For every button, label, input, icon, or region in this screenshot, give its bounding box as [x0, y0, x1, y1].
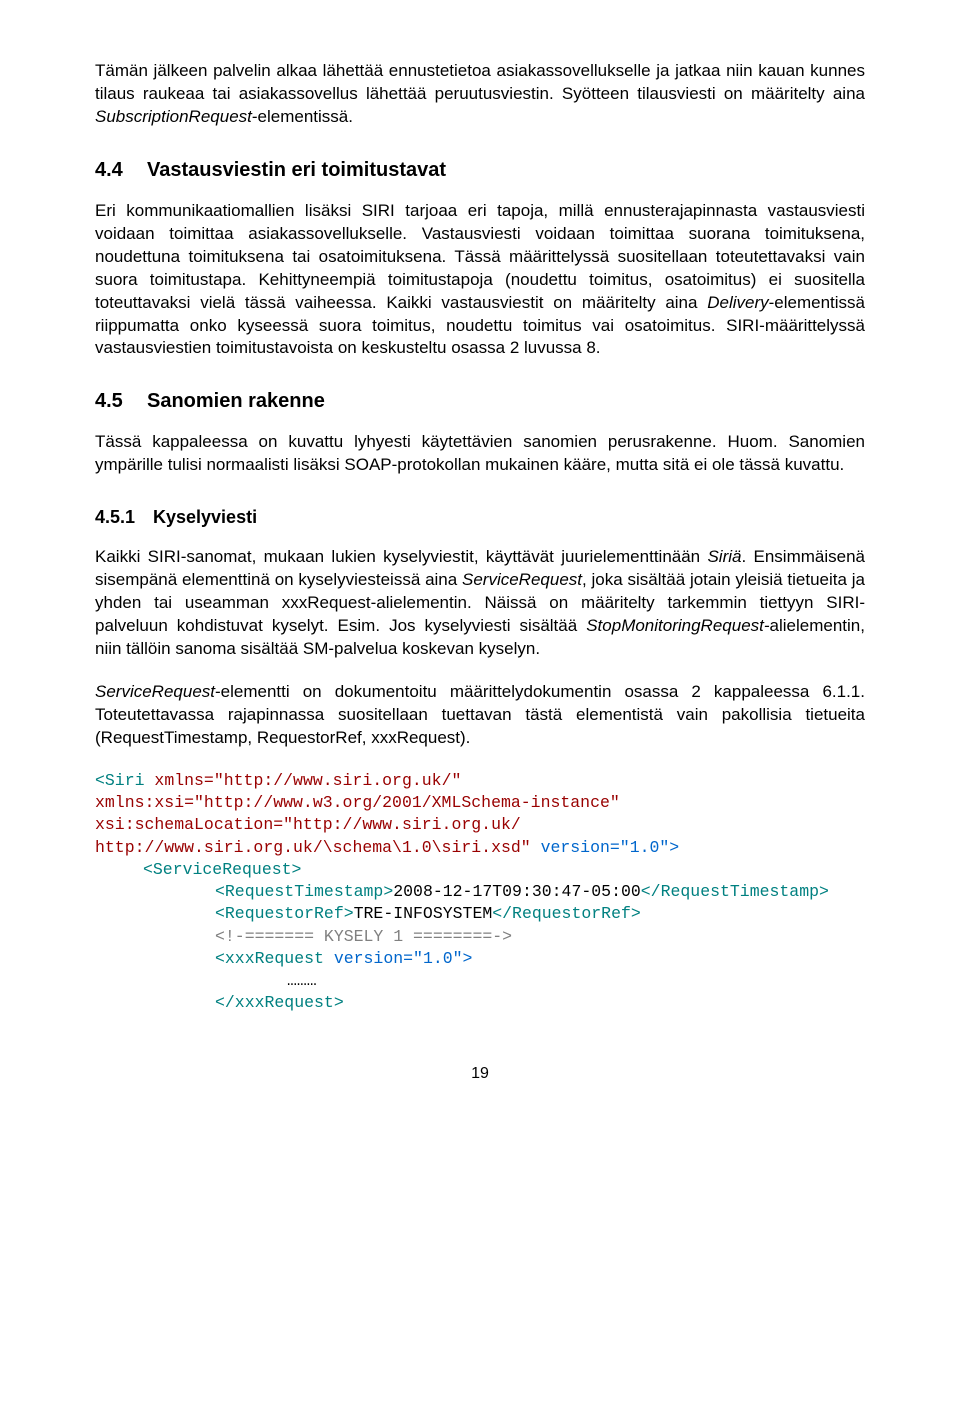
code-tag: <Siri [95, 771, 154, 790]
code-comment: <!-======= KYSELY 1 ========-> [215, 927, 512, 946]
code-text: ……… [287, 971, 317, 990]
code-tag: <RequestorRef> [215, 904, 354, 923]
text: -elementissä. [252, 107, 353, 126]
code-attr: version="1.0"> [541, 838, 680, 857]
italic-term: ServiceRequest [95, 682, 215, 701]
heading-number: 4.4 [95, 159, 147, 182]
heading-4-5-1: 4.5.1Kyselyviesti [95, 507, 865, 528]
code-tag: <RequestTimestamp> [215, 882, 393, 901]
code-attr: xmlns:xsi="http://www.w3.org/2001/XMLSch… [95, 793, 620, 812]
code-attr: xmlns="http://www.siri.org.uk/" [154, 771, 461, 790]
heading-4-5: 4.5Sanomien rakenne [95, 390, 865, 413]
text: Kaikki SIRI-sanomat, mukaan lukien kysel… [95, 547, 707, 566]
paragraph-4-5-1-a: Kaikki SIRI-sanomat, mukaan lukien kysel… [95, 546, 865, 661]
code-block: <Siri xmlns="http://www.siri.org.uk/" xm… [95, 770, 865, 1015]
code-tag: </RequestTimestamp> [641, 882, 829, 901]
italic-term: SubscriptionRequest [95, 107, 252, 126]
code-text: TRE-INFOSYSTEM [354, 904, 493, 923]
italic-term: StopMonitoringRequest- [586, 616, 769, 635]
heading-4-4: 4.4Vastausviestin eri toimitustavat [95, 159, 865, 182]
italic-term: Siriä [707, 547, 741, 566]
text: Tässä kappaleessa on kuvattu lyhyesti kä… [95, 432, 865, 474]
paragraph-4-5-1-b: ServiceRequest-elementti on dokumentoitu… [95, 681, 865, 750]
code-attr: version="1.0"> [334, 949, 473, 968]
heading-number: 4.5 [95, 390, 147, 413]
text: Tämän jälkeen palvelin alkaa lähettää en… [95, 61, 865, 103]
code-text: 2008-12-17T09:30:47-05:00 [393, 882, 641, 901]
italic-term: Delivery [707, 293, 768, 312]
heading-title: Vastausviestin eri toimitustavat [147, 159, 446, 181]
code-tag: </xxxRequest> [215, 993, 344, 1012]
heading-number: 4.5.1 [95, 507, 153, 528]
heading-title: Kyselyviesti [153, 507, 257, 527]
code-tag: <ServiceRequest> [143, 860, 301, 879]
code-attr: http://www.siri.org.uk/\schema\1.0\siri.… [95, 838, 541, 857]
paragraph-4-5: Tässä kappaleessa on kuvattu lyhyesti kä… [95, 431, 865, 477]
italic-term: ServiceRequest [462, 570, 582, 589]
paragraph-intro: Tämän jälkeen palvelin alkaa lähettää en… [95, 60, 865, 129]
paragraph-4-4: Eri kommunikaatiomallien lisäksi SIRI ta… [95, 200, 865, 361]
page-number: 19 [95, 1065, 865, 1083]
heading-title: Sanomien rakenne [147, 390, 325, 412]
code-attr: xsi:schemaLocation="http://www.siri.org.… [95, 815, 521, 834]
code-tag: <xxxRequest [215, 949, 334, 968]
code-tag: </RequestorRef> [492, 904, 641, 923]
page: Tämän jälkeen palvelin alkaa lähettää en… [0, 0, 960, 1123]
